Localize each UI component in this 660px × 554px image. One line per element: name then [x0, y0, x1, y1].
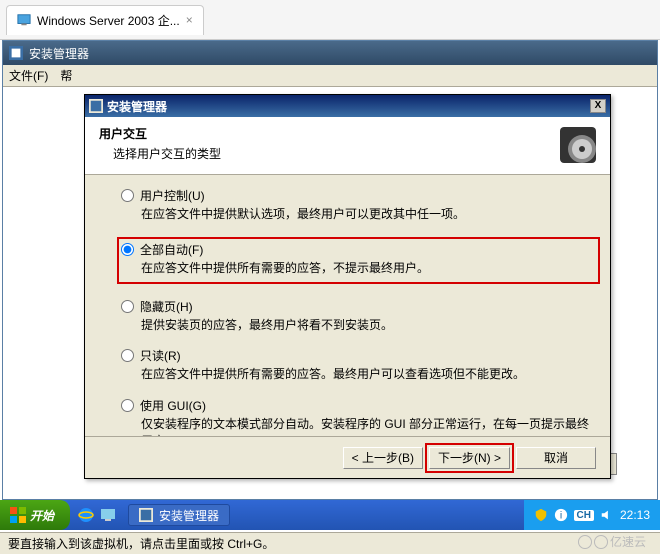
label-full-auto: 全部自动(F) — [140, 241, 203, 258]
svg-text:i: i — [559, 510, 561, 522]
label-user-control: 用户控制(U) — [140, 187, 205, 204]
quick-launch — [70, 507, 124, 523]
close-button[interactable]: X — [590, 99, 606, 113]
vm-status-text: 要直接输入到该虚拟机，请点击里面或按 Ctrl+G。 — [8, 535, 274, 552]
tab-title: Windows Server 2003 企... — [37, 12, 180, 29]
next-button[interactable]: 下一步(N) > — [429, 447, 510, 469]
dialog-heading: 用户交互 — [99, 125, 596, 142]
task-app-icon — [139, 508, 153, 522]
label-use-gui: 使用 GUI(G) — [140, 397, 206, 414]
option-user-control[interactable]: 用户控制(U) 在应答文件中提供默认选项，最终用户可以更改其中任一项。 — [121, 187, 600, 223]
close-icon[interactable]: × — [186, 13, 193, 27]
desc-read-only: 在应答文件中提供所有需要的应答。最终用户可以查看选项但不能更改。 — [141, 366, 600, 383]
dialog-titlebar: 安装管理器 X — [85, 95, 610, 117]
tray-lang[interactable]: CH — [574, 510, 594, 521]
desktop-icon[interactable] — [100, 507, 116, 523]
menu-file[interactable]: 文件(F) — [9, 67, 48, 84]
setup-icon — [89, 99, 103, 113]
start-button[interactable]: 开始 — [0, 500, 70, 530]
watermark-text: 亿速云 — [610, 533, 646, 550]
tray-volume-icon[interactable] — [600, 508, 614, 522]
taskbar-task[interactable]: 安装管理器 — [128, 504, 230, 526]
option-full-auto[interactable]: 全部自动(F) 在应答文件中提供所有需要的应答，不提示最终用户。 — [117, 237, 600, 284]
tray-info-icon[interactable]: i — [554, 508, 568, 522]
start-label: 开始 — [30, 507, 54, 524]
dialog-body: 用户控制(U) 在应答文件中提供默认选项，最终用户可以更改其中任一项。 全部自动… — [85, 175, 610, 474]
dialog-header: 用户交互 选择用户交互的类型 — [85, 117, 610, 175]
watermark: 亿速云 — [578, 533, 646, 550]
ie-icon[interactable] — [78, 507, 94, 523]
browser-tab-bar: Windows Server 2003 企... × — [0, 0, 660, 40]
label-hide-pages: 隐藏页(H) — [140, 298, 193, 315]
setup-dialog: 安装管理器 X 用户交互 选择用户交互的类型 用户控制(U) 在应答文件中提供默… — [84, 94, 611, 479]
desc-full-auto: 在应答文件中提供所有需要的应答，不提示最终用户。 — [141, 260, 596, 277]
cancel-button[interactable]: 取消 — [516, 447, 596, 469]
radio-user-control[interactable] — [121, 189, 134, 202]
radio-use-gui[interactable] — [121, 399, 134, 412]
option-read-only[interactable]: 只读(R) 在应答文件中提供所有需要的应答。最终用户可以查看选项但不能更改。 — [121, 347, 600, 383]
main-window-titlebar: 安装管理器 — [3, 41, 657, 65]
main-window-title: 安装管理器 — [29, 45, 89, 62]
radio-hide-pages[interactable] — [121, 300, 134, 313]
desc-user-control: 在应答文件中提供默认选项，最终用户可以更改其中任一项。 — [141, 206, 600, 223]
system-tray: i CH 22:13 — [524, 500, 660, 530]
main-menubar: 文件(F) 帮 — [3, 65, 657, 87]
cd-icon — [558, 125, 598, 165]
dialog-footer: < 上一步(B) 下一步(N) > 取消 — [85, 436, 610, 478]
tray-clock[interactable]: 22:13 — [620, 508, 650, 522]
radio-read-only[interactable] — [121, 349, 134, 362]
windows-logo-icon — [10, 507, 26, 523]
dialog-title: 安装管理器 — [107, 98, 590, 115]
app-icon — [9, 46, 23, 60]
taskbar-task-title: 安装管理器 — [159, 507, 219, 524]
screen-icon — [17, 13, 31, 27]
desc-hide-pages: 提供安装页的应答，最终用户将看不到安装页。 — [141, 317, 600, 334]
tray-shield-icon[interactable] — [534, 508, 548, 522]
browser-tab[interactable]: Windows Server 2003 企... × — [6, 5, 204, 35]
option-hide-pages[interactable]: 隐藏页(H) 提供安装页的应答，最终用户将看不到安装页。 — [121, 298, 600, 334]
vm-status-bar: 要直接输入到该虚拟机，请点击里面或按 Ctrl+G。 亿速云 — [0, 532, 660, 554]
back-button[interactable]: < 上一步(B) — [343, 447, 423, 469]
taskbar: 开始 安装管理器 i CH 22:13 — [0, 500, 660, 530]
label-read-only: 只读(R) — [140, 347, 181, 364]
radio-full-auto[interactable] — [121, 243, 134, 256]
menu-help[interactable]: 帮 — [60, 67, 72, 84]
dialog-subheading: 选择用户交互的类型 — [113, 145, 596, 162]
